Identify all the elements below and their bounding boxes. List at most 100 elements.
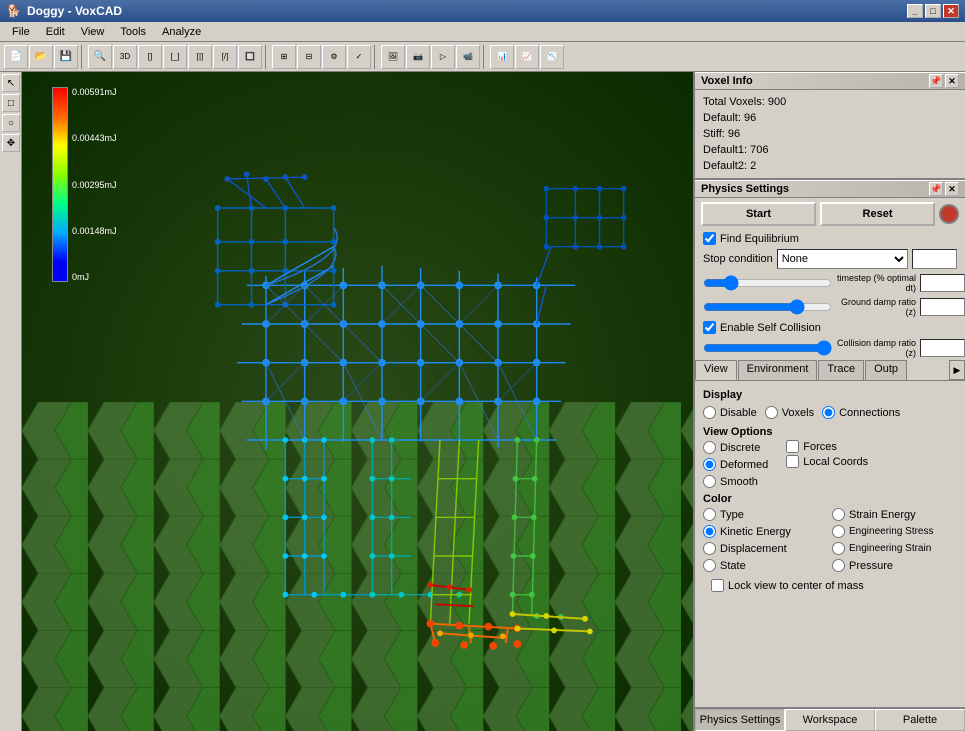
tb-open[interactable]: 📂 <box>29 45 53 69</box>
collision-damp-value-input[interactable]: 1 <box>920 339 965 357</box>
color-displacement-radio[interactable] <box>703 542 716 555</box>
find-equilibrium-checkbox[interactable] <box>703 232 716 245</box>
color-type-label: Type <box>720 509 744 521</box>
view-deformed-radio[interactable] <box>703 458 716 471</box>
tab-view[interactable]: View <box>695 360 737 380</box>
tb-img2[interactable]: 📷 <box>406 45 430 69</box>
tb-3d-4[interactable]: [|] <box>188 45 212 69</box>
color-pressure-radio[interactable] <box>832 559 845 572</box>
dog-3d-model <box>72 92 692 672</box>
color-eng-stress-label: Engineering Stress <box>849 526 934 537</box>
bottom-tab-workspace[interactable]: Workspace <box>785 709 875 731</box>
tb-extra1[interactable]: 📊 <box>490 45 514 69</box>
tb-3d-2[interactable]: [] <box>138 45 162 69</box>
scale-mid-low: 0.00148mJ <box>72 226 117 236</box>
minimize-button[interactable]: _ <box>907 4 923 18</box>
menu-tools[interactable]: Tools <box>112 24 154 40</box>
menu-analyze[interactable]: Analyze <box>154 24 209 40</box>
tab-output[interactable]: Outp <box>865 360 907 380</box>
collision-damp-slider[interactable] <box>703 340 832 356</box>
tool-move[interactable]: ✥ <box>2 134 20 152</box>
display-disable-label: Disable <box>720 407 757 419</box>
physics-panel-pin[interactable]: 📌 <box>929 182 943 196</box>
find-equilibrium-label: Find Equilibrium <box>720 233 799 245</box>
color-strain-radio[interactable] <box>832 508 845 521</box>
default-label: Default: <box>703 112 741 124</box>
tb-new[interactable]: 📄 <box>4 45 28 69</box>
default2-label: Default2: <box>703 160 747 172</box>
tab-trace[interactable]: Trace <box>818 360 864 380</box>
tb-img1[interactable]: 🖼 <box>381 45 405 69</box>
tool-square[interactable]: □ <box>2 94 20 112</box>
maximize-button[interactable]: □ <box>925 4 941 18</box>
timestep-value-input[interactable]: 0.184 <box>920 274 965 292</box>
display-connections-radio[interactable] <box>822 406 835 419</box>
display-disable-radio[interactable] <box>703 406 716 419</box>
tb-3d-6[interactable]: 🔲 <box>238 45 262 69</box>
tb-extra3[interactable]: 📉 <box>540 45 564 69</box>
lock-view-row: Lock view to center of mass <box>703 577 957 594</box>
toolbar: 📄 📂 💾 🔍 3D [] [_] [|] [/] 🔲 ⊞ ⊟ ⚙ ✓ 🖼 📷 … <box>0 42 965 72</box>
forces-label: Forces <box>803 441 837 453</box>
tb-opt1[interactable]: ⚙ <box>322 45 346 69</box>
record-button[interactable] <box>939 204 959 224</box>
tool-circle[interactable]: ○ <box>2 114 20 132</box>
ground-damp-value-input[interactable]: 000759 <box>920 298 965 316</box>
stop-condition-value-input[interactable] <box>912 249 957 269</box>
tool-arrow[interactable]: ↖ <box>2 74 20 92</box>
menu-file[interactable]: File <box>4 24 38 40</box>
viewport[interactable]: ↖ □ ○ ✥ <box>0 72 693 731</box>
tb-grid2[interactable]: ⊟ <box>297 45 321 69</box>
view-options-label: View Options <box>703 426 957 438</box>
tb-img3[interactable]: ▷ <box>431 45 455 69</box>
bottom-tabs: Physics Settings Workspace Palette <box>695 707 965 731</box>
voxel-panel-close[interactable]: ✕ <box>945 74 959 88</box>
timestep-slider[interactable] <box>703 275 832 291</box>
forces-checkbox[interactable] <box>786 440 799 453</box>
default-value: 96 <box>744 112 756 124</box>
tab-environment[interactable]: Environment <box>738 360 818 380</box>
color-state-radio[interactable] <box>703 559 716 572</box>
tb-opt2[interactable]: ✓ <box>347 45 371 69</box>
ground-damp-slider[interactable] <box>703 299 832 315</box>
menu-edit[interactable]: Edit <box>38 24 73 40</box>
tb-3d-3[interactable]: [_] <box>163 45 187 69</box>
color-eng-stress-radio[interactable] <box>832 525 845 538</box>
view-smooth-radio[interactable] <box>703 475 716 488</box>
tb-zoom-in[interactable]: 🔍 <box>88 45 112 69</box>
stop-condition-select[interactable]: None Time Energy <box>777 249 908 269</box>
color-strain-label: Strain Energy <box>849 509 916 521</box>
view-discrete-radio[interactable] <box>703 441 716 454</box>
timestep-row: timestep (% optimal dt) 0.184 <box>695 271 965 295</box>
color-eng-strain-radio[interactable] <box>832 542 845 555</box>
tab-next-arrow[interactable]: ▶ <box>949 360 965 380</box>
self-collision-checkbox[interactable] <box>703 321 716 334</box>
lock-view-checkbox[interactable] <box>711 579 724 592</box>
menu-view[interactable]: View <box>73 24 113 40</box>
color-type-radio[interactable] <box>703 508 716 521</box>
start-button[interactable]: Start <box>701 202 816 226</box>
color-pressure-row: Pressure <box>832 558 957 573</box>
tb-extra2[interactable]: 📈 <box>515 45 539 69</box>
tb-save[interactable]: 💾 <box>54 45 78 69</box>
color-eng-strain-row: Engineering Strain <box>832 541 957 556</box>
reset-button[interactable]: Reset <box>820 202 935 226</box>
voxel-panel-pin[interactable]: 📌 <box>929 74 943 88</box>
display-voxels-radio[interactable] <box>765 406 778 419</box>
tb-grid1[interactable]: ⊞ <box>272 45 296 69</box>
color-kinetic-radio[interactable] <box>703 525 716 538</box>
voxel-info-title: Voxel Info <box>701 75 929 87</box>
collision-damp-label: Collision damp ratio (z) <box>836 338 916 358</box>
bottom-tab-palette[interactable]: Palette <box>875 709 965 731</box>
bottom-tab-physics[interactable]: Physics Settings <box>695 709 785 731</box>
physics-panel-close[interactable]: ✕ <box>945 182 959 196</box>
local-coords-checkbox[interactable] <box>786 455 799 468</box>
stop-condition-row: Stop condition None Time Energy <box>695 247 965 271</box>
window-controls: _ □ ✕ <box>907 4 959 18</box>
tb-img4[interactable]: 📹 <box>456 45 480 69</box>
display-label: Display <box>703 389 957 401</box>
tb-sep2 <box>265 45 269 69</box>
tb-3d-1[interactable]: 3D <box>113 45 137 69</box>
tb-3d-5[interactable]: [/] <box>213 45 237 69</box>
close-button[interactable]: ✕ <box>943 4 959 18</box>
